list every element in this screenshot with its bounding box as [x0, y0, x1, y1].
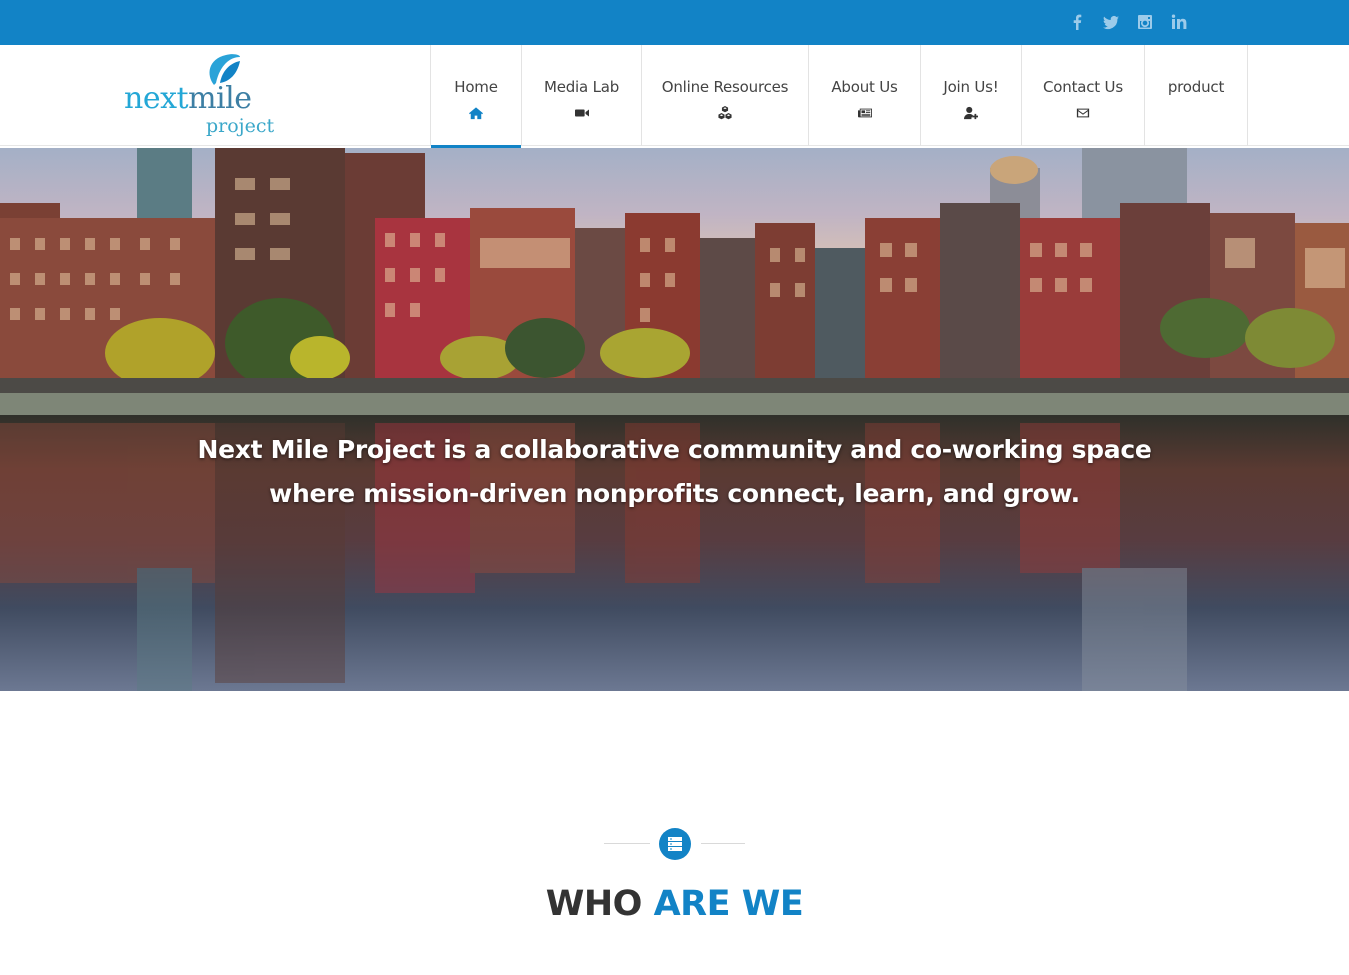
- facebook-icon: [1073, 14, 1082, 30]
- twitter-icon: [1103, 15, 1119, 30]
- cubes-icon: [718, 106, 732, 120]
- hero-tagline: Next Mile Project is a collaborative com…: [0, 428, 1349, 516]
- user-plus-icon: [964, 106, 978, 120]
- nav-label: Join Us!: [943, 78, 999, 96]
- twitter-link[interactable]: [1101, 12, 1121, 32]
- hero-tagline-line2: where mission-driven nonprofits connect,…: [269, 479, 1080, 508]
- logo[interactable]: nextmile project: [124, 53, 289, 141]
- nav-label: Media Lab: [543, 78, 620, 96]
- nav-item-contact-us[interactable]: Contact Us: [1022, 45, 1145, 146]
- envelope-icon: [1076, 108, 1090, 118]
- social-links: [1067, 12, 1189, 32]
- nav-label: Online Resources: [661, 78, 789, 96]
- hero-tagline-line1: Next Mile Project is a collaborative com…: [197, 435, 1152, 464]
- linkedin-link[interactable]: [1169, 12, 1189, 32]
- section-title: WHO ARE WE: [0, 884, 1349, 924]
- main-nav: Home Media Lab Online Resources About Us…: [430, 45, 1248, 148]
- server-icon: [668, 837, 682, 851]
- divider-right: [701, 843, 745, 844]
- top-bar: [0, 0, 1349, 45]
- instagram-icon: [1138, 15, 1152, 29]
- newspaper-icon: [857, 108, 872, 118]
- nav-item-online-resources[interactable]: Online Resources: [642, 45, 809, 146]
- hero-banner: Next Mile Project is a collaborative com…: [0, 148, 1349, 691]
- nav-label: About Us: [831, 78, 898, 96]
- home-icon: [469, 107, 483, 120]
- nav-item-media-lab[interactable]: Media Lab: [522, 45, 642, 146]
- instagram-link[interactable]: [1135, 12, 1155, 32]
- nav-item-join-us[interactable]: Join Us!: [921, 45, 1022, 146]
- section-title-part1: WHO: [545, 884, 654, 924]
- facebook-link[interactable]: [1067, 12, 1087, 32]
- nav-item-home[interactable]: Home: [431, 45, 522, 148]
- logo-text: nextmile: [124, 81, 252, 116]
- site-header: nextmile project Home Media Lab Online R…: [0, 45, 1349, 148]
- logo-subtext: project: [206, 115, 275, 137]
- nav-item-about-us[interactable]: About Us: [809, 45, 921, 146]
- nav-item-product[interactable]: product: [1145, 45, 1248, 146]
- section-icon-badge: [659, 828, 691, 860]
- section-title-part2: ARE WE: [653, 884, 804, 924]
- nav-label: product: [1167, 78, 1225, 96]
- nav-label: Home: [454, 78, 498, 96]
- nav-label: Contact Us: [1043, 78, 1123, 96]
- video-camera-icon: [574, 109, 589, 117]
- cityscape-image: [0, 148, 1349, 691]
- divider-left: [604, 843, 650, 844]
- linkedin-icon: [1171, 14, 1187, 29]
